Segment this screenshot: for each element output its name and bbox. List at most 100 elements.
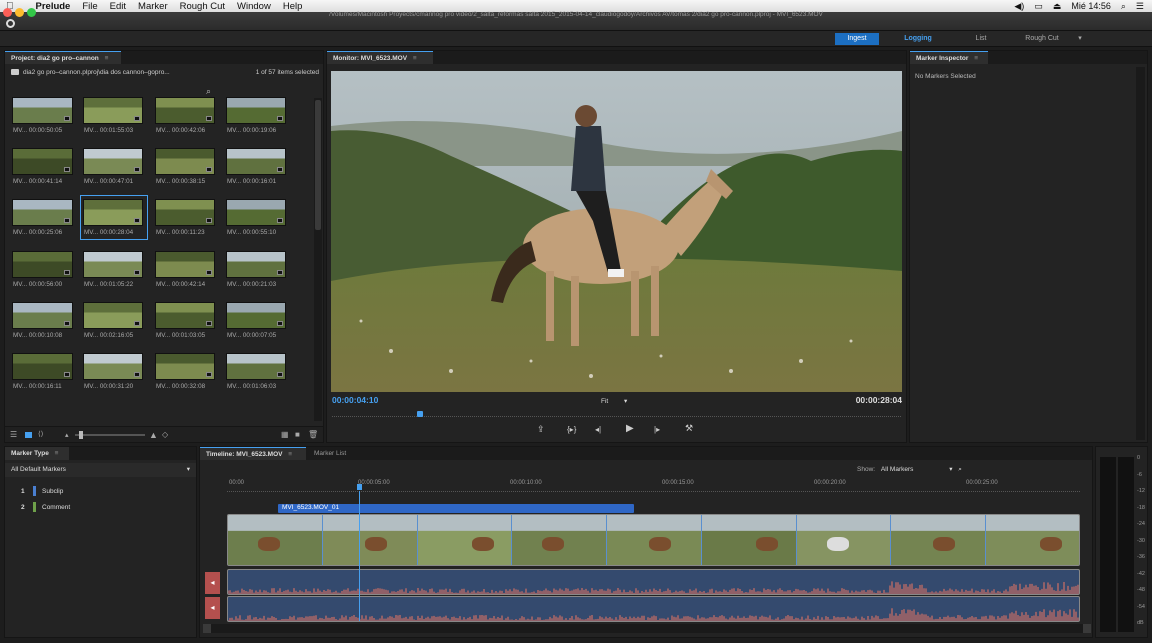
workspace-list-button[interactable]: List [966,33,996,45]
step-forward-icon[interactable]: |▸ [654,425,660,434]
menu-help[interactable]: Help [283,1,303,12]
clip-thumbnail[interactable] [155,199,215,226]
app-menu[interactable]: Prelude [36,1,71,12]
show-filter[interactable]: Show: All Markers ▾ ⌕ [857,465,962,474]
timeline-h-scrollbar[interactable] [203,624,1091,633]
search-bin-icon[interactable]: ▦ [281,430,289,439]
clip-thumbnail[interactable] [12,251,73,278]
workspace-menu-chevron-icon[interactable]: ▾ [1075,33,1085,45]
time-ruler[interactable]: 00:00 00:00:05:00 00:00:10:00 00:00:15:0… [227,480,1080,496]
clip-thumbnail[interactable] [226,97,286,124]
audio-track-2-mute-icon[interactable]: ◂ [205,597,220,619]
folder-icon[interactable] [11,69,19,75]
video-track[interactable] [227,514,1080,566]
panel-menu-icon[interactable]: ≡ [413,55,417,62]
audio-track-1-mute-icon[interactable]: ◂ [205,572,220,594]
search-icon[interactable]: ⌕ [206,86,211,97]
clip-thumbnail[interactable] [12,199,73,226]
zoom-in-icon[interactable]: ▲ [149,430,158,440]
project-scroll-thumb[interactable] [315,100,321,230]
settings-wrench-icon[interactable]: ⚒ [685,423,693,434]
monitor-tab[interactable]: Monitor: MVI_6523.MOV ≡ [327,51,433,64]
audio-track-2[interactable] [227,596,1080,622]
marker-type-row[interactable]: 2 Comment [21,502,70,512]
menu-file[interactable]: File [82,1,97,12]
clip-thumbnail[interactable] [155,353,215,380]
clip-thumbnail[interactable] [83,251,143,278]
zoom-out-icon[interactable]: ▴ [65,431,69,439]
zoom-slider-handle[interactable] [79,431,83,439]
panel-menu-icon[interactable]: ≡ [288,451,292,458]
current-timecode[interactable]: 00:00:04:10 [332,395,378,405]
clip-thumbnail[interactable] [226,199,286,226]
spotlight-search-icon[interactable]: ⌕ [1121,1,1126,12]
timeline-tab[interactable]: Timeline: MVI_6523.MOV ≡ [200,447,306,460]
workspace-ingest-button[interactable]: Ingest [835,33,879,45]
clip-thumbnail[interactable] [12,302,73,329]
project-scrollbar[interactable] [314,98,322,421]
workspace-rough-cut-button[interactable]: Rough Cut [1020,33,1064,45]
clip-thumbnail[interactable] [12,353,73,380]
marker-list-tab[interactable]: Marker List [308,447,352,460]
panel-menu-icon[interactable]: ≡ [974,55,978,62]
clip-thumbnail[interactable] [226,302,286,329]
clip-thumbnail[interactable] [155,251,215,278]
trash-icon[interactable]: 🗑 [308,430,318,439]
playhead-handle[interactable] [417,411,424,417]
clip-thumbnail[interactable] [83,302,143,329]
video-frame[interactable] [331,71,902,392]
inspector-scrollbar[interactable] [1136,67,1145,440]
panel-menu-icon[interactable]: ≡ [105,55,109,62]
clip-thumbnail[interactable] [12,97,73,124]
search-icon[interactable]: ⌕ [958,466,962,473]
audio-track-1[interactable] [227,569,1080,595]
marker-type-row[interactable]: 1 Subclip [21,486,63,496]
menu-rough-cut[interactable]: Rough Cut [180,1,225,12]
marker-filter-dropdown[interactable]: All Default Markers ▾ [5,463,196,477]
clip-label: MV... 00:00:07:05 [227,332,277,339]
workspace-logging-button[interactable]: Logging [898,33,938,45]
timeline-scroll-right[interactable] [1083,624,1091,633]
clip-thumbnail[interactable] [12,148,73,175]
clip-thumbnail[interactable] [155,97,215,124]
clip-thumbnail[interactable] [83,148,143,175]
horse-rider-figure [933,537,956,551]
timeline-scroll-left[interactable] [203,624,211,633]
scrub-bar[interactable] [332,411,901,419]
play-button[interactable]: ▶ [626,423,634,434]
notification-center-icon[interactable]: ☰ [1136,1,1144,12]
zoom-slider[interactable] [75,431,145,439]
clip-thumbnail[interactable] [155,302,215,329]
zoom-dropdown[interactable]: Fit ▾ [601,397,627,405]
menu-marker[interactable]: Marker [138,1,168,12]
clip-thumbnail[interactable] [226,251,286,278]
menu-edit[interactable]: Edit [110,1,126,12]
clip-thumbnail[interactable] [83,353,143,380]
volume-icon[interactable]: ◀︎) [1014,1,1024,12]
panel-menu-icon[interactable]: ≡ [55,450,59,457]
marker-type-tab[interactable]: Marker Type ≡ [5,447,69,460]
clip-thumbnail[interactable] [226,353,286,380]
sort-order-icon[interactable]: ◇ [162,430,168,439]
menu-window[interactable]: Window [237,1,271,12]
clip-label: MV... 00:00:21:03 [227,281,277,288]
marker-inspector-tab[interactable]: Marker Inspector ≡ [910,51,988,64]
clip-thumbnail[interactable] [155,148,215,175]
playhead-marker[interactable] [357,484,362,490]
project-tab[interactable]: Project: dia2 go pro–cannon ≡ [5,51,121,64]
video-frame-thumbnail [322,515,418,565]
clock[interactable]: Mié 14:56 [1071,1,1111,11]
step-back-icon[interactable]: ◂| [595,425,601,434]
clip-thumbnail[interactable] [226,148,286,175]
export-frame-icon[interactable]: ⇪ [537,424,545,435]
eject-icon[interactable]: ⏏ [1053,1,1062,12]
mark-in-out-icon[interactable]: {▸} [567,425,576,434]
clip-thumbnail[interactable] [83,97,143,124]
icon-view-icon[interactable] [25,432,32,438]
workspace-logo-icon[interactable] [6,19,15,28]
list-view-icon[interactable]: ☰ [10,430,17,439]
new-bin-icon[interactable]: ■ [295,430,300,439]
battery-icon[interactable]: ▭ [1034,1,1043,12]
subclip-marker[interactable]: MVI_6523.MOV_01 [278,504,634,513]
sort-icon[interactable]: ⟨⟩ [38,430,43,438]
